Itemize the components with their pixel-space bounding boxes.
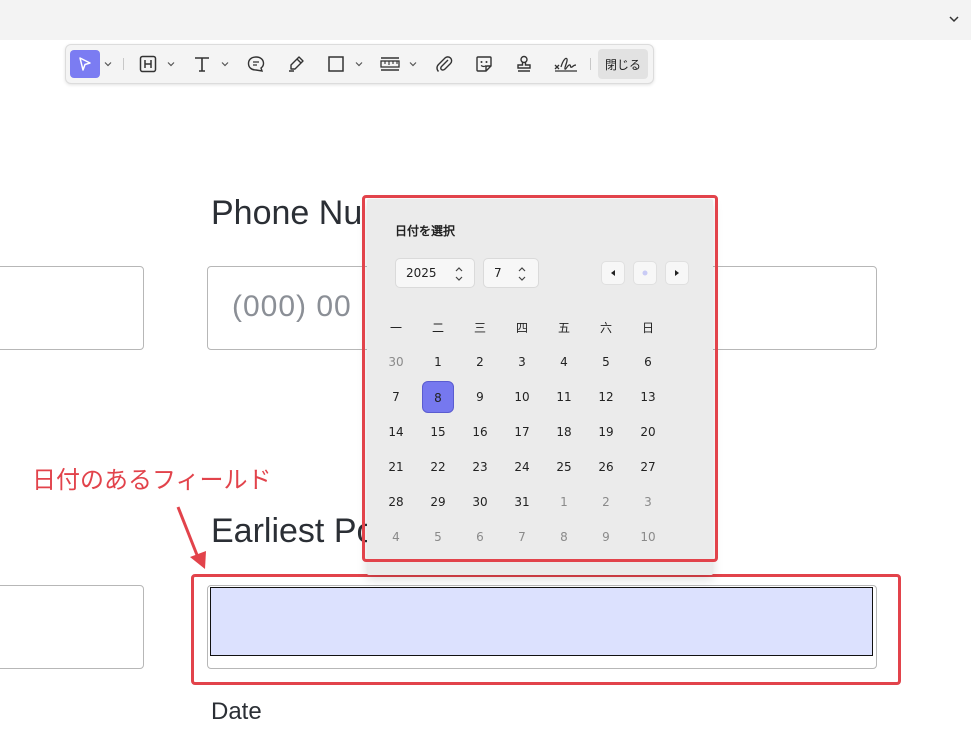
select-arrow-icon — [79, 57, 91, 71]
text-tool-button[interactable] — [190, 50, 214, 78]
chevron-down-icon[interactable] — [355, 60, 363, 68]
date-input-field[interactable] — [210, 587, 873, 656]
highlighter-icon — [289, 56, 304, 72]
left-text-field[interactable] — [0, 266, 144, 350]
phone-number-label: Phone Nu — [211, 194, 363, 232]
annotation-toolbar: 閉じる — [65, 44, 654, 84]
paperclip-icon — [436, 56, 453, 72]
chevron-down-icon[interactable] — [947, 12, 961, 26]
close-button[interactable]: 閉じる — [598, 49, 648, 79]
chevron-down-icon[interactable] — [409, 60, 417, 68]
annotation-label: 日付のあるフィールド — [32, 466, 272, 494]
chevron-down-icon[interactable] — [221, 60, 229, 68]
signature-icon — [554, 57, 577, 72]
left-text-field-2[interactable] — [0, 585, 144, 669]
sticker-tool-button[interactable] — [472, 50, 496, 78]
attachment-tool-button[interactable] — [432, 50, 456, 78]
text-box-tool-button[interactable] — [136, 50, 160, 78]
rectangle-icon — [328, 56, 344, 72]
chevron-down-icon[interactable] — [104, 60, 112, 68]
phone-number-placeholder: (000) 00 — [232, 290, 352, 323]
ruler-icon — [380, 57, 400, 71]
toolbar-divider — [590, 58, 591, 70]
comment-tool-button[interactable] — [244, 50, 268, 78]
top-bar — [0, 0, 971, 40]
earliest-date-label: Earliest Po — [211, 512, 376, 550]
comment-icon — [247, 56, 265, 72]
highlighter-tool-button[interactable] — [284, 50, 308, 78]
signature-tool-button[interactable] — [552, 50, 580, 78]
sticker-icon — [476, 56, 492, 72]
measure-tool-button[interactable] — [378, 50, 402, 78]
annotation-arrow — [176, 506, 206, 569]
text-box-icon — [139, 55, 157, 73]
select-tool-button[interactable] — [70, 50, 100, 78]
toolbar-divider — [123, 58, 124, 70]
chevron-down-icon[interactable] — [167, 60, 175, 68]
annotation-highlight-date-picker — [362, 195, 718, 562]
date-caption: Date — [211, 698, 262, 725]
text-icon — [195, 57, 209, 72]
stamp-icon — [517, 55, 531, 72]
shape-tool-button[interactable] — [324, 50, 348, 78]
stamp-tool-button[interactable] — [512, 50, 536, 78]
